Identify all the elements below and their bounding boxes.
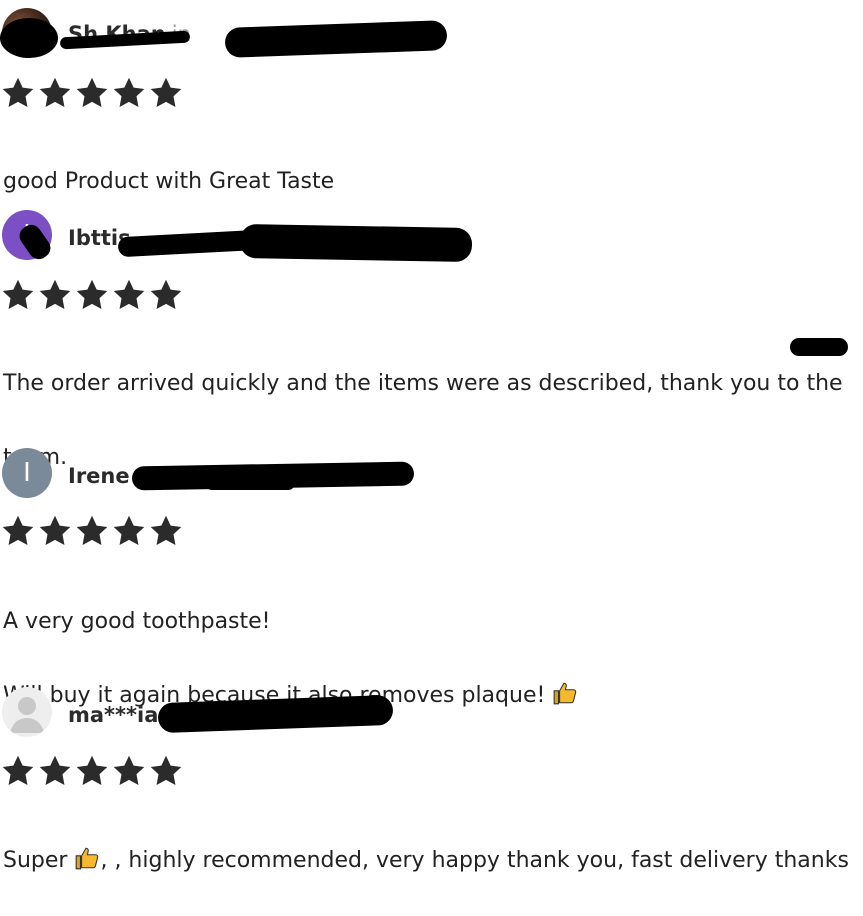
thumbs-up-emoji bbox=[74, 845, 100, 871]
review-header: Sh Khanin bbox=[0, 8, 863, 60]
review-line: , , highly recommended, very happy thank… bbox=[100, 848, 849, 873]
reviewer-name: ma***ia bbox=[68, 703, 158, 727]
redaction-mark bbox=[224, 20, 448, 58]
star-icon bbox=[111, 277, 147, 313]
star-icon bbox=[74, 513, 110, 549]
redaction-mark bbox=[790, 338, 848, 356]
avatar[interactable]: I bbox=[2, 448, 52, 498]
redaction-mark bbox=[239, 223, 473, 263]
star-icon bbox=[148, 513, 184, 549]
star-icon bbox=[74, 753, 110, 789]
review-line: A very good toothpaste! bbox=[3, 609, 271, 634]
review-header: ma***ia bbox=[0, 687, 863, 739]
star-icon bbox=[0, 75, 36, 111]
star-icon bbox=[37, 513, 73, 549]
star-icon bbox=[37, 277, 73, 313]
redaction-mark bbox=[0, 18, 58, 58]
star-icon bbox=[0, 753, 36, 789]
star-icon bbox=[111, 513, 147, 549]
star-icon bbox=[148, 753, 184, 789]
star-icon bbox=[148, 277, 184, 313]
star-rating bbox=[0, 753, 184, 789]
person-icon bbox=[10, 697, 44, 733]
review-header: I Irene A bbox=[0, 448, 863, 500]
star-icon bbox=[148, 75, 184, 111]
star-rating bbox=[0, 513, 184, 549]
star-icon bbox=[111, 753, 147, 789]
star-icon bbox=[74, 277, 110, 313]
star-icon bbox=[0, 277, 36, 313]
star-rating bbox=[0, 75, 184, 111]
star-icon bbox=[111, 75, 147, 111]
avatar-letter: I bbox=[23, 458, 31, 488]
review-line: The order arrived quickly and the items … bbox=[3, 371, 843, 396]
star-rating bbox=[0, 277, 184, 313]
redaction-mark bbox=[157, 694, 394, 734]
review-line: Super bbox=[3, 848, 68, 873]
avatar[interactable] bbox=[2, 687, 52, 737]
review-line: good Product with Great Taste bbox=[3, 169, 335, 194]
star-icon bbox=[0, 513, 36, 549]
review-text: Super , , highly recommended, very happy… bbox=[3, 805, 853, 916]
star-icon bbox=[37, 753, 73, 789]
review-header: I Ibttis bbox=[0, 210, 863, 264]
star-icon bbox=[37, 75, 73, 111]
review-line-with-emoji: Super , , highly recommended, very happy… bbox=[3, 842, 853, 879]
redaction-mark bbox=[205, 476, 295, 490]
star-icon bbox=[74, 75, 110, 111]
author-name: ma***ia bbox=[68, 703, 159, 727]
